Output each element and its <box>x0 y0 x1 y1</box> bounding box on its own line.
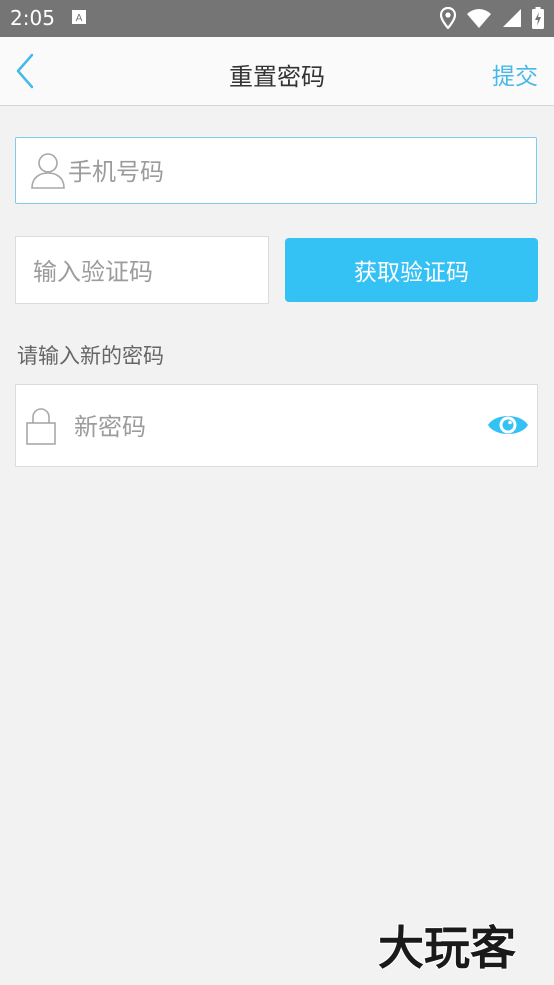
location-icon <box>440 7 456 29</box>
signal-icon <box>503 9 521 27</box>
get-code-button[interactable]: 获取验证码 <box>285 238 538 302</box>
password-field[interactable] <box>15 384 538 467</box>
code-input[interactable] <box>31 252 255 292</box>
phone-field[interactable] <box>15 137 537 204</box>
phone-input[interactable] <box>66 152 520 192</box>
svg-text:大玩客: 大玩客 <box>378 921 516 972</box>
watermark-logo-icon: 大玩客 <box>377 920 517 976</box>
watermark-logo: 大玩客 <box>377 918 544 976</box>
notification-a-icon: A <box>72 10 86 24</box>
svg-text:A: A <box>76 13 83 24</box>
wifi-icon <box>467 9 491 28</box>
code-field[interactable] <box>15 236 269 304</box>
new-password-input[interactable] <box>72 407 476 447</box>
eye-icon[interactable] <box>487 409 529 441</box>
status-time: 2:05 <box>10 6 55 30</box>
new-password-hint: 请输入新的密码 <box>17 344 164 368</box>
user-icon <box>31 153 65 189</box>
status-bar: 2:05 A <box>0 0 554 37</box>
lock-icon <box>26 408 56 445</box>
app-bar: 重置密码 提交 <box>0 37 554 106</box>
submit-button[interactable]: 提交 <box>492 57 538 91</box>
page-title: 重置密码 <box>229 63 325 91</box>
battery-charging-icon <box>532 7 544 29</box>
